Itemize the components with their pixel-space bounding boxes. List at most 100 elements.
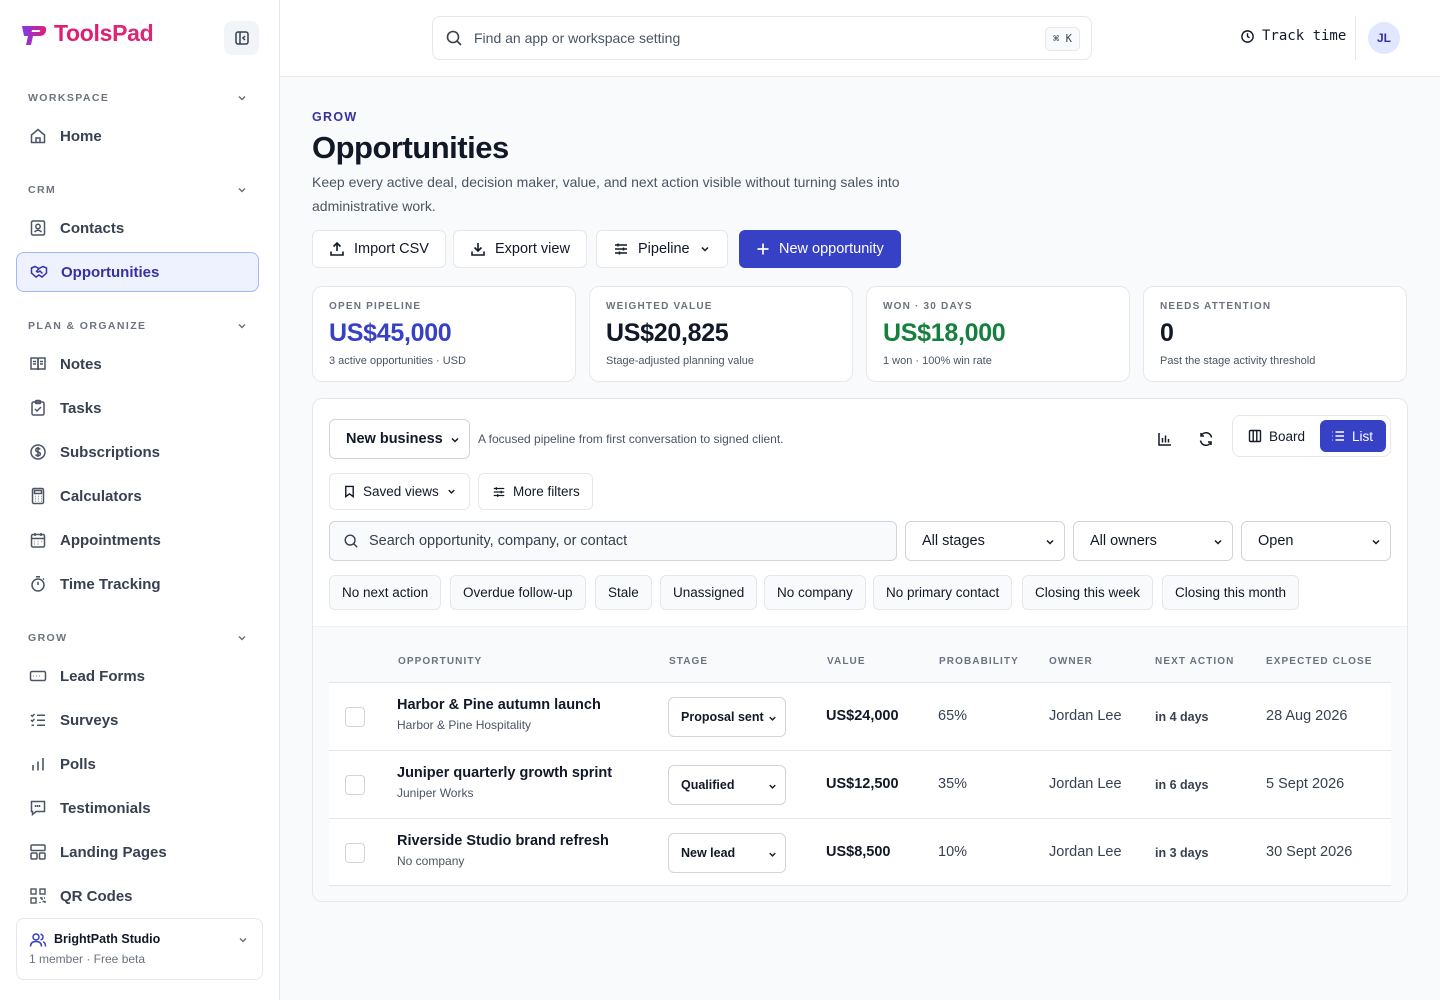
quick-filter-unassigned[interactable]: Unassigned (660, 575, 758, 610)
column-header-owner[interactable]: OWNER (1049, 656, 1093, 667)
opportunity-name[interactable]: Riverside Studio brand refresh (397, 833, 609, 849)
import-csv-button[interactable]: Import CSV (312, 230, 446, 268)
stage-filter-select[interactable]: All stages (905, 521, 1065, 561)
column-header-stage[interactable]: STAGE (669, 656, 708, 667)
stage-select[interactable]: Qualified (668, 765, 786, 805)
chevron-down-icon (701, 246, 709, 252)
list-view-button[interactable]: List (1320, 420, 1386, 452)
stage-select[interactable]: New lead (668, 833, 786, 873)
sidebar-item-home[interactable]: Home (16, 116, 259, 156)
saved-views-button[interactable]: Saved views (329, 473, 470, 510)
quick-filter-no-next-action[interactable]: No next action (329, 575, 442, 610)
sidebar-item-subscriptions[interactable]: Subscriptions (16, 432, 259, 472)
sidebar-item-polls[interactable]: Polls (16, 744, 259, 784)
opportunity-name[interactable]: Harbor & Pine autumn launch (397, 697, 601, 713)
sidebar-collapse-icon (234, 31, 249, 45)
collapse-sidebar-button[interactable] (224, 21, 259, 55)
sidebar-item-contacts[interactable]: Contacts (16, 208, 259, 248)
row-checkbox[interactable] (345, 843, 365, 863)
pipeline-button[interactable]: Pipeline (596, 230, 728, 268)
sidebar-item-testimonials[interactable]: Testimonials (16, 788, 259, 828)
sidebar-item-appointments[interactable]: Appointments (16, 520, 259, 560)
opportunity-expected-close: 28 Aug 2026 (1266, 708, 1348, 724)
plus-icon (757, 243, 769, 255)
sidebar-item-tasks[interactable]: Tasks (16, 388, 259, 428)
sidebar-item-surveys[interactable]: Surveys (16, 700, 259, 740)
export-view-button[interactable]: Export view (453, 230, 587, 268)
stat-sub: 1 won · 100% win rate (883, 355, 992, 367)
dollar-circle-icon (30, 444, 46, 460)
sidebar-item-notes[interactable]: Notes (16, 344, 259, 384)
opportunity-probability: 10% (938, 844, 968, 860)
track-time-button[interactable]: Track time (1240, 28, 1346, 44)
section-workspace[interactable]: WORKSPACE (28, 92, 248, 104)
section-grow[interactable]: GROW (28, 632, 248, 644)
board-view-button[interactable]: Board (1237, 420, 1316, 452)
app-search-input[interactable]: Find an app or workspace setting ⌘ K (432, 16, 1092, 60)
stat-sub: Past the stage activity threshold (1160, 355, 1316, 367)
bar-chart-icon (1158, 433, 1171, 446)
column-header-opportunity[interactable]: OPPORTUNITY (398, 656, 482, 667)
chevron-down-icon (769, 784, 776, 789)
stat-value: US$45,000 (329, 319, 452, 347)
contact-card-icon (30, 220, 46, 236)
sliders-icon (615, 243, 627, 255)
pipeline-select[interactable]: New business (329, 419, 470, 459)
quick-filter-closing-this-month[interactable]: Closing this month (1162, 575, 1300, 610)
table-row[interactable]: Juniper quarterly growth sprint Juniper … (329, 750, 1391, 818)
owner-filter-select[interactable]: All owners (1073, 521, 1233, 561)
stat-needs-attention: NEEDS ATTENTION 0 Past the stage activit… (1143, 286, 1407, 382)
sidebar: ToolsPad WORKSPACE CRM PLAN & ORGANIZE G… (0, 0, 280, 1000)
opportunity-name[interactable]: Juniper quarterly growth sprint (397, 765, 612, 781)
opportunity-company: No company (397, 854, 465, 868)
column-header-value[interactable]: VALUE (827, 656, 866, 667)
quick-filter-overdue-follow-up[interactable]: Overdue follow-up (450, 575, 586, 610)
quick-filter-no-company[interactable]: No company (764, 575, 866, 610)
quick-filter-no-primary-contact[interactable]: No primary contact (873, 575, 1013, 610)
sidebar-item-qr-codes[interactable]: QR Codes (16, 876, 259, 916)
opportunity-value: US$12,500 (826, 776, 899, 792)
page-description: Keep every active deal, decision maker, … (312, 174, 900, 214)
status-filter-select[interactable]: Open (1241, 521, 1391, 561)
workspace-switcher[interactable]: BrightPath Studio 1 member · Free beta (16, 918, 263, 980)
table-row[interactable]: Riverside Studio brand refresh No compan… (329, 818, 1391, 886)
stat-weighted-value: WEIGHTED VALUE US$20,825 Stage-adjusted … (589, 286, 853, 382)
shortcut-hint: ⌘ K (1045, 27, 1080, 51)
sidebar-item-time-tracking[interactable]: Time Tracking (16, 564, 259, 604)
opportunity-probability: 65% (938, 708, 968, 724)
pipeline-select-value: New business (346, 431, 443, 447)
brand-logo[interactable]: ToolsPad (20, 20, 154, 47)
refresh-button[interactable] (1190, 423, 1222, 455)
stage-select[interactable]: Proposal sent (668, 697, 786, 737)
more-filters-button[interactable]: More filters (478, 473, 593, 510)
workspace-name: BrightPath Studio (54, 932, 161, 946)
row-checkbox[interactable] (345, 707, 365, 727)
sidebar-item-label: Contacts (60, 219, 125, 237)
opportunity-value: US$24,000 (826, 708, 899, 724)
opportunity-company: Harbor & Pine Hospitality (397, 718, 532, 732)
table-row[interactable]: Harbor & Pine autumn launch Harbor & Pin… (329, 682, 1391, 750)
row-checkbox[interactable] (345, 775, 365, 795)
sidebar-item-opportunities[interactable]: Opportunities (16, 252, 259, 292)
sidebar-item-calculators[interactable]: Calculators (16, 476, 259, 516)
column-header-expected-close[interactable]: EXPECTED CLOSE (1266, 656, 1373, 667)
layout-icon (30, 844, 46, 860)
stage-value: Qualified (681, 778, 735, 792)
avatar[interactable]: JL (1368, 22, 1400, 54)
opportunity-search-input[interactable]: Search opportunity, company, or contact (329, 521, 897, 561)
sidebar-item-landing-pages[interactable]: Landing Pages (16, 832, 259, 872)
sidebar-item-label: Tasks (60, 399, 102, 417)
section-crm[interactable]: CRM (28, 184, 248, 196)
chart-view-button[interactable] (1149, 423, 1181, 455)
more-filters-label: More filters (513, 484, 580, 499)
sidebar-item-lead-forms[interactable]: Lead Forms (16, 656, 259, 696)
new-opportunity-button[interactable]: New opportunity (739, 230, 901, 268)
workspace-meta: 1 member · Free beta (29, 952, 146, 966)
quick-filter-stale[interactable]: Stale (595, 575, 652, 610)
quick-filter-closing-this-week[interactable]: Closing this week (1022, 575, 1154, 610)
chevron-down-icon (238, 95, 246, 101)
chevron-down-icon (769, 716, 776, 721)
section-plan-organize[interactable]: PLAN & ORGANIZE (28, 320, 248, 332)
column-header-probability[interactable]: PROBABILITY (939, 656, 1019, 667)
column-header-next-action[interactable]: NEXT ACTION (1155, 656, 1235, 667)
